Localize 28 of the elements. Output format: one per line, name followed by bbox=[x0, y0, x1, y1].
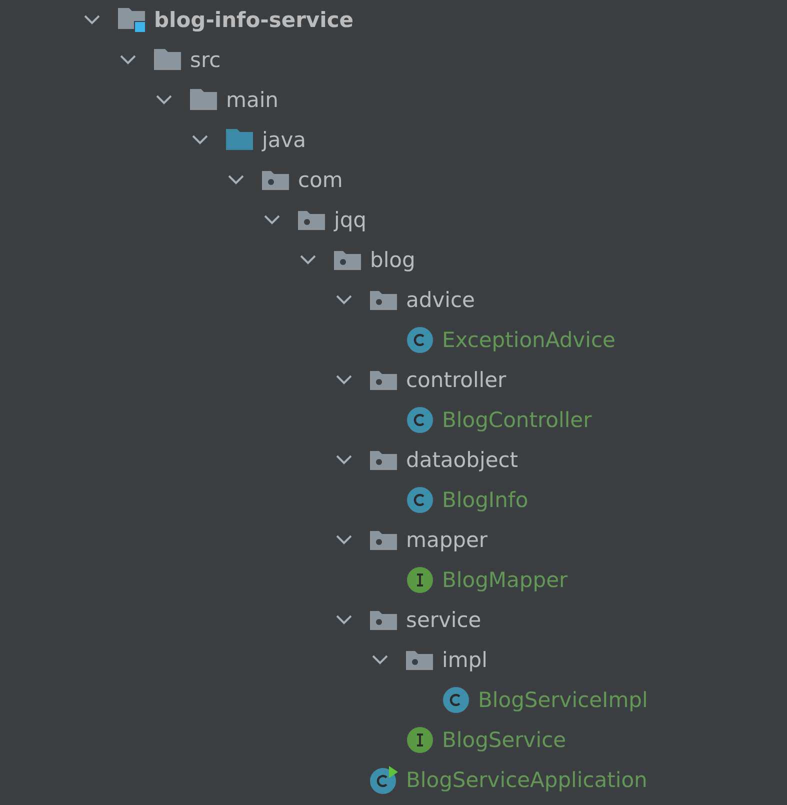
tree-item-label[interactable]: com bbox=[298, 167, 343, 193]
tree-item-label[interactable]: ExceptionAdvice bbox=[442, 327, 616, 353]
tree-item-label[interactable]: service bbox=[406, 607, 482, 633]
tree-item-label[interactable]: BlogServiceApplication bbox=[406, 767, 648, 793]
tree-item-label[interactable]: jqq bbox=[334, 207, 366, 233]
module-folder-icon bbox=[117, 5, 147, 35]
tree-item-label[interactable]: main bbox=[226, 87, 278, 113]
tree-item-label[interactable]: src bbox=[190, 47, 221, 73]
interface-icon bbox=[405, 565, 435, 595]
tree-item-label[interactable]: BlogServiceImpl bbox=[478, 687, 648, 713]
interface-icon bbox=[405, 725, 435, 755]
tree-item-label[interactable]: java bbox=[262, 127, 306, 153]
class-icon bbox=[405, 485, 435, 515]
tree-item-label[interactable]: BlogMapper bbox=[442, 567, 568, 593]
runnable-class-icon bbox=[369, 765, 399, 795]
tree-item-label[interactable]: advice bbox=[406, 287, 475, 313]
tree-item-label[interactable]: blog-info-service bbox=[154, 7, 354, 33]
tree-item-label[interactable]: BlogInfo bbox=[442, 487, 528, 513]
tree-item-label[interactable]: controller bbox=[406, 367, 506, 393]
tree-item-label[interactable]: impl bbox=[442, 647, 488, 673]
tree-item-label[interactable]: blog bbox=[370, 247, 416, 273]
tree-item-label[interactable]: BlogController bbox=[442, 407, 592, 433]
class-icon bbox=[405, 405, 435, 435]
tree-item-label[interactable]: mapper bbox=[406, 527, 488, 553]
class-icon bbox=[405, 325, 435, 355]
class-icon bbox=[441, 685, 471, 715]
tree-item-label[interactable]: BlogService bbox=[442, 727, 566, 753]
tree-item-label[interactable]: dataobject bbox=[406, 447, 518, 473]
